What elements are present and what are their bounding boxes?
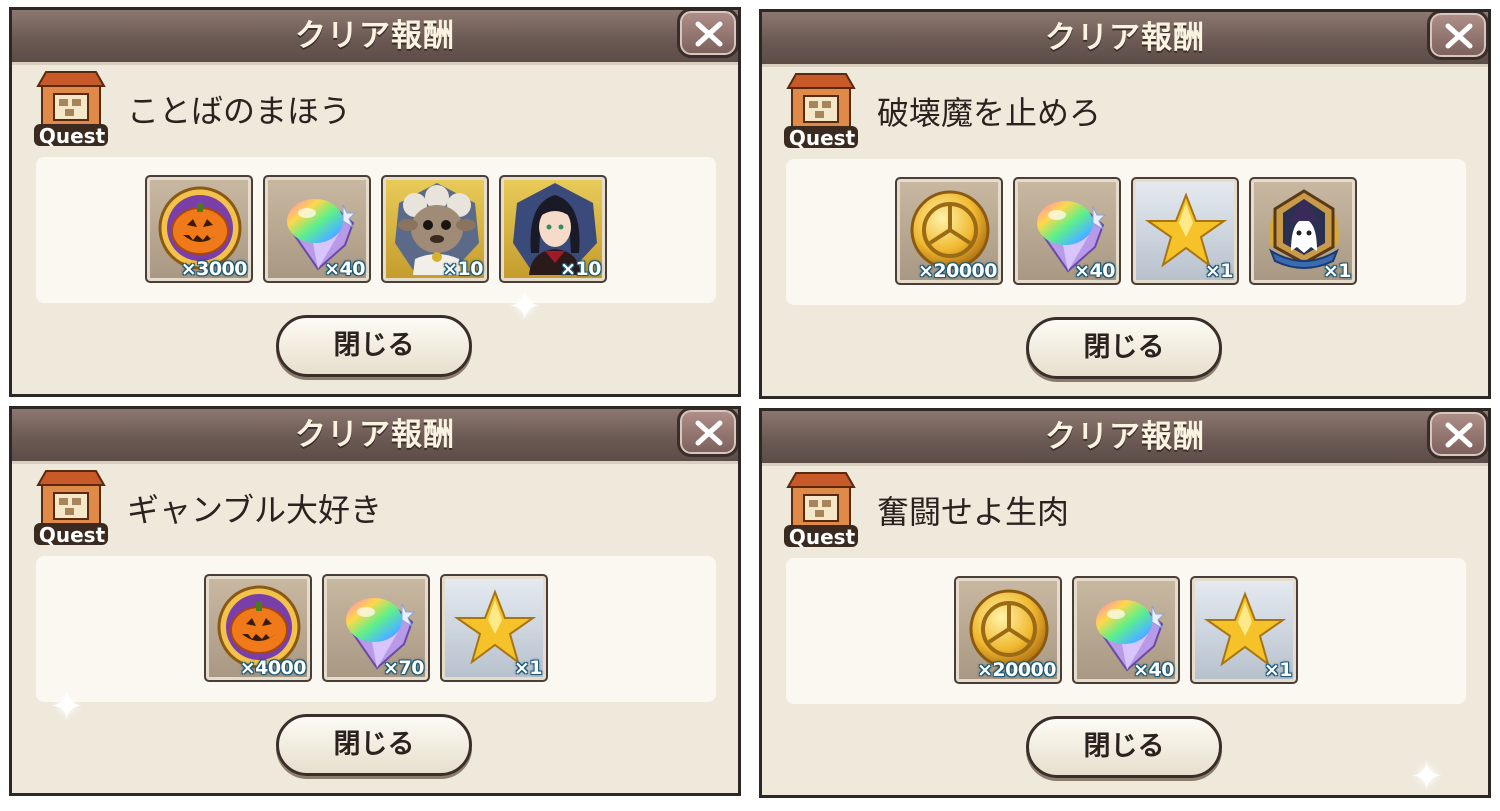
sparkle-decoration: ✦ — [1410, 754, 1444, 800]
reward-item[interactable]: ×40 — [263, 175, 371, 283]
reward-item[interactable]: ×40 — [1072, 576, 1180, 684]
reward-quantity: ×4000 — [239, 657, 307, 679]
reward-quantity: ×10 — [560, 258, 601, 280]
reward-item[interactable]: ×1 — [1131, 177, 1239, 285]
quest-name: 破壊魔を止めろ — [877, 94, 1102, 132]
reward-quantity: ×1 — [513, 657, 543, 679]
quest-badge-label: Quest — [38, 523, 106, 547]
close-x-button[interactable] — [1427, 411, 1488, 459]
close-button[interactable]: 閉じる — [1026, 317, 1222, 379]
reward-item[interactable]: ×1 — [1249, 177, 1357, 285]
reward-item[interactable]: ×10 — [499, 175, 607, 283]
sparkle-decoration: ✦ — [508, 284, 542, 330]
reward-item[interactable]: ×40 — [1013, 177, 1121, 285]
reward-panel: クリア報酬 Quest 破壊魔を止めろ ×20000 ×40 ×1 ×1 閉じる — [759, 9, 1491, 399]
reward-item[interactable]: ×1 — [440, 574, 548, 682]
rewards-list: ×4000 ×70 ×1 — [36, 556, 716, 702]
close-x-button[interactable] — [677, 409, 738, 457]
reward-item[interactable]: ×3000 — [145, 175, 253, 283]
close-button[interactable]: 閉じる — [1026, 716, 1222, 778]
reward-quantity: ×70 — [383, 657, 424, 679]
reward-item[interactable]: ×70 — [322, 574, 430, 682]
quest-badge-label: Quest — [38, 124, 106, 148]
sparkle-decoration: ✦ — [50, 684, 84, 730]
title-bar: クリア報酬 — [12, 10, 738, 65]
reward-item[interactable]: ×1 — [1190, 576, 1298, 684]
reward-quantity: ×20000 — [917, 260, 998, 282]
reward-item[interactable]: ×20000 — [954, 576, 1062, 684]
reward-quantity: ×1 — [1322, 260, 1352, 282]
reward-item[interactable]: ×10 — [381, 175, 489, 283]
dialog-title: クリア報酬 — [295, 417, 455, 453]
rewards-list: ×20000 ×40 ×1 ×1 — [786, 159, 1466, 305]
reward-quantity: ×1 — [1204, 260, 1234, 282]
reward-quantity: ×1 — [1263, 659, 1293, 681]
reward-quantity: ×10 — [442, 258, 483, 280]
quest-name: ギャンブル大好き — [127, 491, 383, 529]
close-button[interactable]: 閉じる — [276, 714, 472, 776]
reward-panel: クリア報酬 Quest 奮闘せよ生肉 ×20000 ×40 ×1 閉じる — [759, 408, 1491, 798]
reward-quantity: ×40 — [1074, 260, 1115, 282]
title-bar: クリア報酬 — [12, 409, 738, 464]
dialog-title: クリア報酬 — [295, 18, 455, 54]
rewards-list: ×3000 ×40 ×10 ×10 — [36, 157, 716, 303]
reward-panel: クリア報酬 Quest ことばのまほう ×3000 ×40 ×10 ×10 閉じ… — [9, 7, 741, 397]
reward-item[interactable]: ×4000 — [204, 574, 312, 682]
close-x-button[interactable] — [677, 10, 738, 58]
title-bar: クリア報酬 — [762, 411, 1488, 466]
quest-name: 奮闘せよ生肉 — [877, 493, 1070, 531]
reward-quantity: ×40 — [1133, 659, 1174, 681]
quest-name: ことばのまほう — [127, 92, 352, 130]
dialog-title: クリア報酬 — [1045, 419, 1205, 455]
reward-quantity: ×40 — [324, 258, 365, 280]
reward-panel: クリア報酬 Quest ギャンブル大好き ×4000 ×70 ×1 閉じる — [9, 406, 741, 796]
reward-item[interactable]: ×20000 — [895, 177, 1003, 285]
quest-badge-label: Quest — [788, 525, 856, 549]
quest-badge-label: Quest — [788, 126, 856, 150]
dialog-title: クリア報酬 — [1045, 20, 1205, 56]
close-x-button[interactable] — [1427, 12, 1488, 60]
reward-quantity: ×3000 — [180, 258, 248, 280]
rewards-list: ×20000 ×40 ×1 — [786, 558, 1466, 704]
title-bar: クリア報酬 — [762, 12, 1488, 67]
reward-quantity: ×20000 — [976, 659, 1057, 681]
close-button[interactable]: 閉じる — [276, 315, 472, 377]
